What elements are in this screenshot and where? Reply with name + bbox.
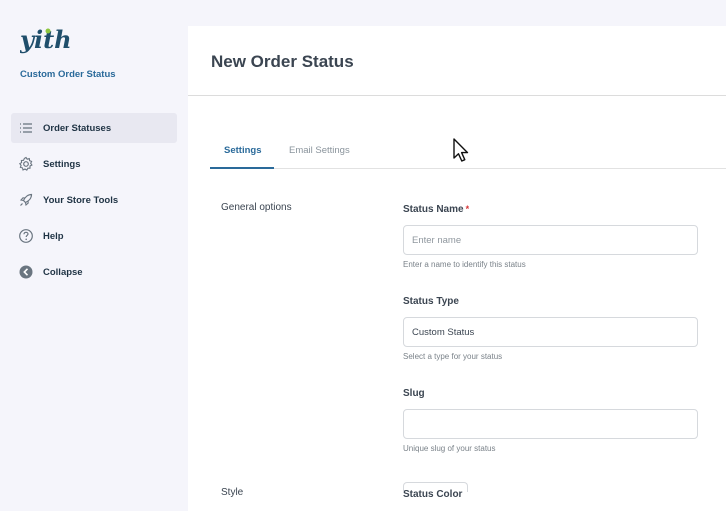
status-name-label: Status Name *	[403, 204, 470, 215]
sidebar-item-label: Order Statuses	[43, 122, 112, 134]
sidebar-item-collapse[interactable]: Collapse	[11, 257, 177, 287]
section-general-options: General options	[221, 202, 292, 213]
sidebar-item-label: Settings	[43, 158, 81, 170]
sidebar-nav: Order Statuses Settings Your Store Tools…	[11, 113, 177, 293]
tab-settings[interactable]: Settings	[210, 139, 274, 169]
rocket-icon	[18, 192, 34, 208]
help-icon	[18, 228, 34, 244]
plugin-name: Custom Order Status	[20, 69, 116, 80]
sidebar-item-order-statuses[interactable]: Order Statuses	[11, 113, 177, 143]
section-style: Style	[221, 487, 244, 498]
sidebar-item-help[interactable]: Help	[11, 221, 177, 251]
mouse-cursor-icon	[453, 138, 469, 162]
collapse-icon	[18, 264, 34, 280]
slug-label: Slug	[403, 388, 425, 399]
sidebar: yith Custom Order Status Order Statuses …	[0, 0, 188, 511]
sidebar-item-label: Help	[43, 230, 64, 242]
title-divider	[188, 95, 726, 96]
sidebar-item-your-store-tools[interactable]: Your Store Tools	[11, 185, 177, 215]
sidebar-item-label: Your Store Tools	[43, 194, 119, 206]
slug-input[interactable]	[403, 409, 698, 439]
status-type-label: Status Type	[403, 296, 459, 307]
app-window: yith Custom Order Status Order Statuses …	[0, 0, 726, 511]
status-type-help: Select a type for your status	[403, 352, 503, 361]
yith-logo: yith	[20, 26, 72, 54]
sidebar-item-settings[interactable]: Settings	[11, 149, 177, 179]
tab-email-settings[interactable]: Email Settings	[275, 139, 365, 169]
required-marker: *	[465, 204, 470, 214]
gear-icon	[18, 156, 34, 172]
status-color-picker[interactable]	[403, 482, 468, 492]
sidebar-item-label: Collapse	[43, 266, 83, 278]
status-type-select[interactable]	[403, 317, 698, 347]
main-panel: New Order Status Settings Email Settings…	[188, 26, 726, 511]
list-icon	[18, 120, 34, 136]
slug-help: Unique slug of your status	[403, 444, 496, 453]
status-name-input[interactable]	[403, 225, 698, 255]
status-name-help: Enter a name to identify this status	[403, 260, 526, 269]
page-title: New Order Status	[211, 52, 354, 71]
